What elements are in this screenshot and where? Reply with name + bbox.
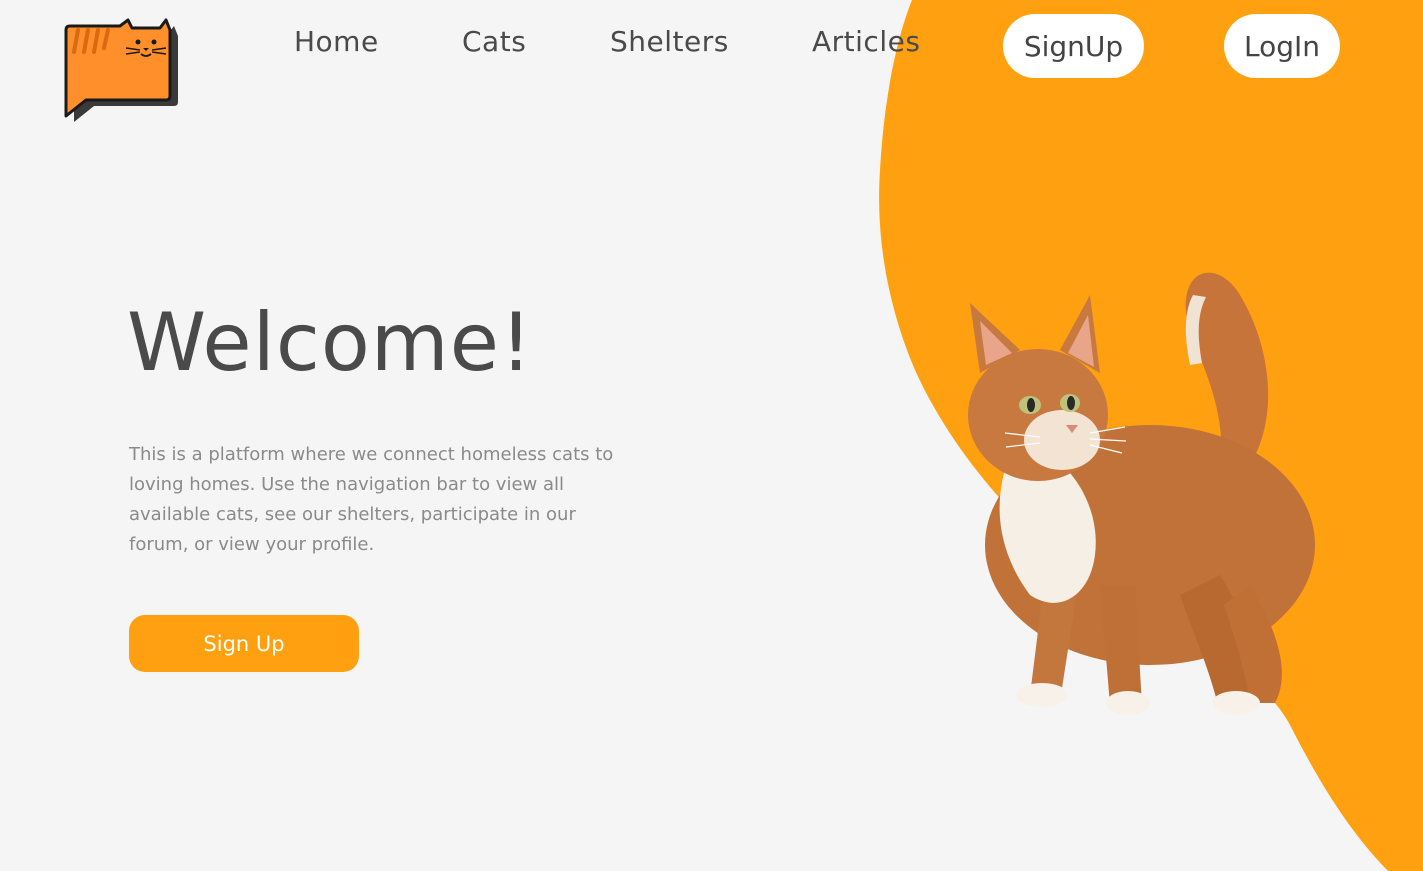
orange-tabby-cat-image (968, 272, 1315, 715)
nav-link-shelters[interactable]: Shelters (610, 25, 729, 58)
hero-signup-button[interactable]: Sign Up (129, 615, 359, 672)
nav-link-cats[interactable]: Cats (462, 25, 526, 58)
hero-title: Welcome! (127, 296, 534, 389)
nav-signup-button[interactable]: SignUp (1003, 14, 1144, 78)
hero-description: This is a platform where we connect home… (129, 444, 614, 555)
nav-link-home[interactable]: Home (294, 25, 379, 58)
nav-link-articles[interactable]: Articles (812, 25, 920, 58)
nav-login-button[interactable]: LogIn (1224, 14, 1340, 78)
main-nav: Home Cats Shelters Articles SignUp LogIn (0, 0, 1423, 90)
